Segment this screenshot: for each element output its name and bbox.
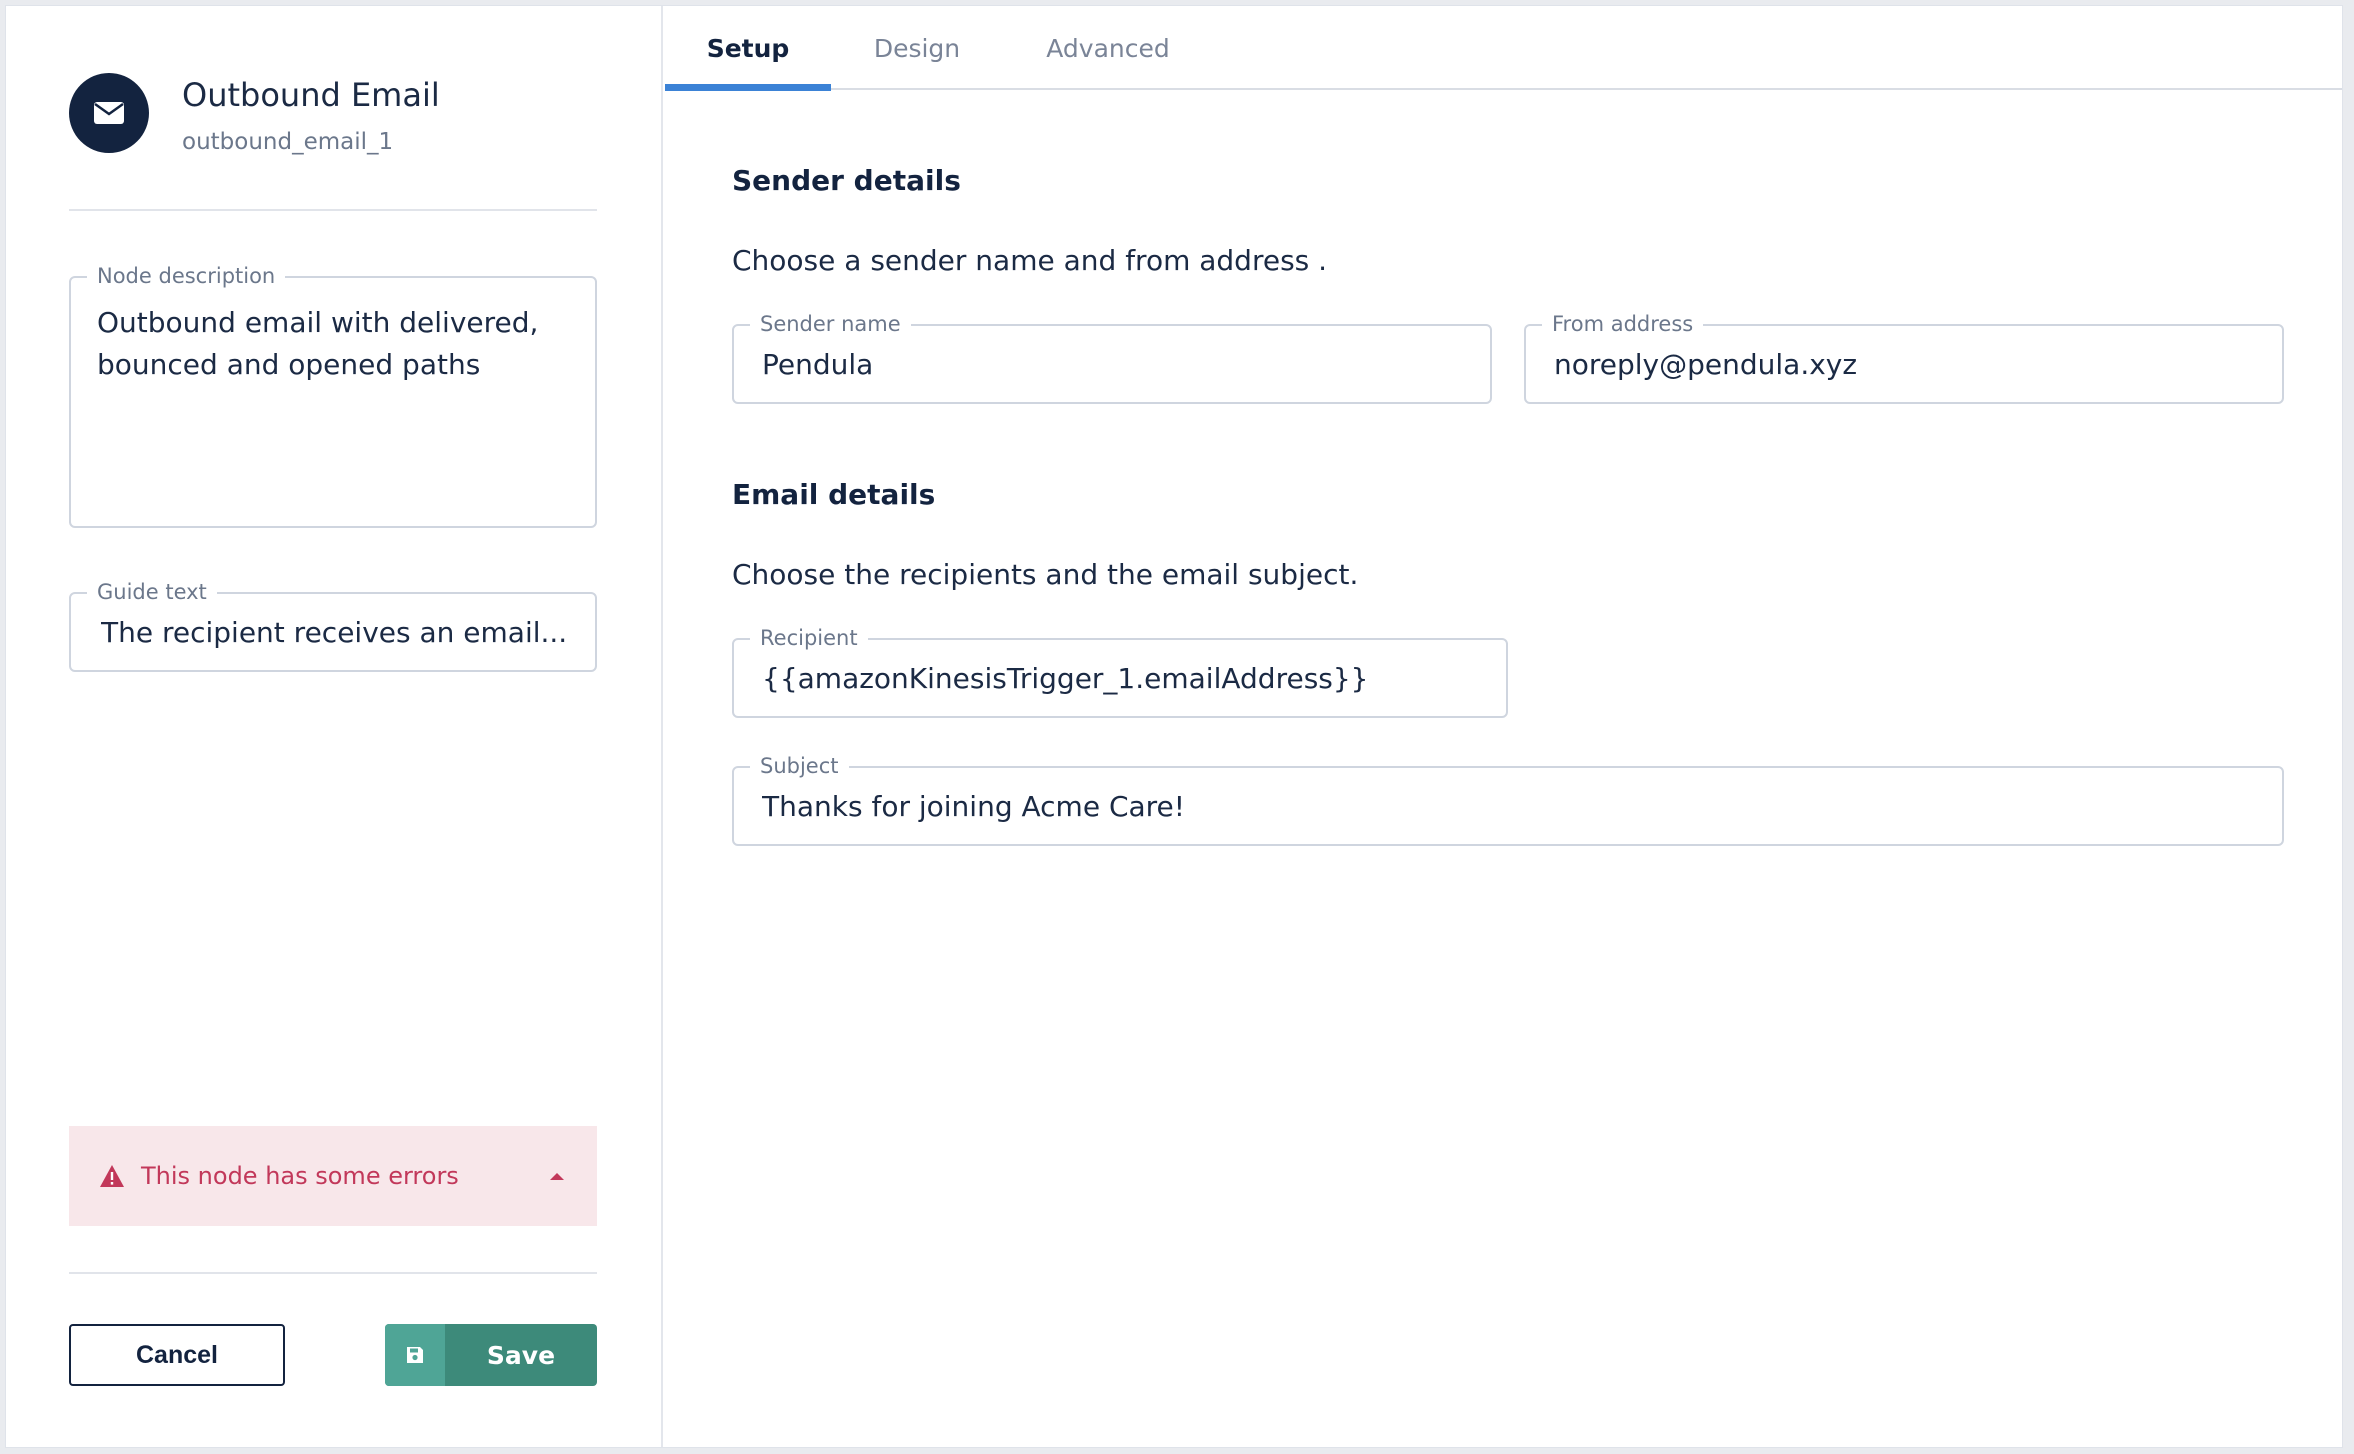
cancel-button[interactable]: Cancel (69, 1324, 285, 1386)
footer-divider (69, 1272, 597, 1274)
floppy-disk-icon (385, 1324, 445, 1386)
subject-value[interactable]: Thanks for joining Acme Care! (762, 768, 2262, 844)
sender-name-value[interactable]: Pendula (762, 326, 1470, 402)
error-message: This node has some errors (141, 1162, 459, 1190)
node-title: Outbound Email (182, 76, 440, 114)
from-address-value[interactable]: noreply@pendula.xyz (1554, 326, 2262, 402)
recipient-value[interactable]: {{amazonKinesisTrigger_1.emailAddress}} (762, 640, 1486, 716)
from-address-field[interactable]: From address noreply@pendula.xyz (1524, 312, 2284, 404)
node-sidebar: Outbound Email outbound_email_1 Node des… (6, 6, 663, 1447)
node-description-label: Node description (87, 264, 286, 288)
tab-bar: Setup Design Advanced (665, 6, 2342, 91)
node-editor-panel: Outbound Email outbound_email_1 Node des… (5, 5, 2343, 1448)
error-banner[interactable]: This node has some errors (69, 1126, 597, 1226)
node-description-value[interactable]: Outbound email with delivered, bounced a… (97, 302, 569, 386)
sender-details-title: Sender details (732, 164, 961, 197)
sender-details-description: Choose a sender name and from address . (732, 244, 1328, 277)
save-button[interactable]: Save (385, 1324, 597, 1386)
tab-setup[interactable]: Setup (665, 6, 831, 90)
email-details-description: Choose the recipients and the email subj… (732, 558, 1359, 591)
sender-name-field[interactable]: Sender name Pendula (732, 312, 1492, 404)
email-details-title: Email details (732, 478, 936, 511)
subject-field[interactable]: Subject Thanks for joining Acme Care! (732, 754, 2284, 846)
warning-icon (99, 1164, 125, 1188)
tab-design[interactable]: Design (831, 6, 1003, 90)
node-config: Setup Design Advanced Sender details Cho… (665, 6, 2342, 1447)
guide-text-field[interactable]: Guide text The recipient receives an ema… (69, 580, 597, 672)
guide-text-value[interactable]: The recipient receives an email... (101, 594, 575, 670)
save-button-label: Save (486, 1340, 556, 1370)
tab-advanced[interactable]: Advanced (1003, 6, 1213, 90)
recipient-field[interactable]: Recipient {{amazonKinesisTrigger_1.email… (732, 626, 1508, 718)
header-divider (69, 209, 597, 211)
envelope-icon (94, 102, 124, 124)
node-id: outbound_email_1 (182, 129, 394, 155)
node-description-field[interactable]: Node description Outbound email with del… (69, 264, 597, 528)
active-tab-indicator (665, 84, 831, 91)
caret-up-icon[interactable] (549, 1171, 565, 1181)
node-avatar (69, 73, 149, 153)
